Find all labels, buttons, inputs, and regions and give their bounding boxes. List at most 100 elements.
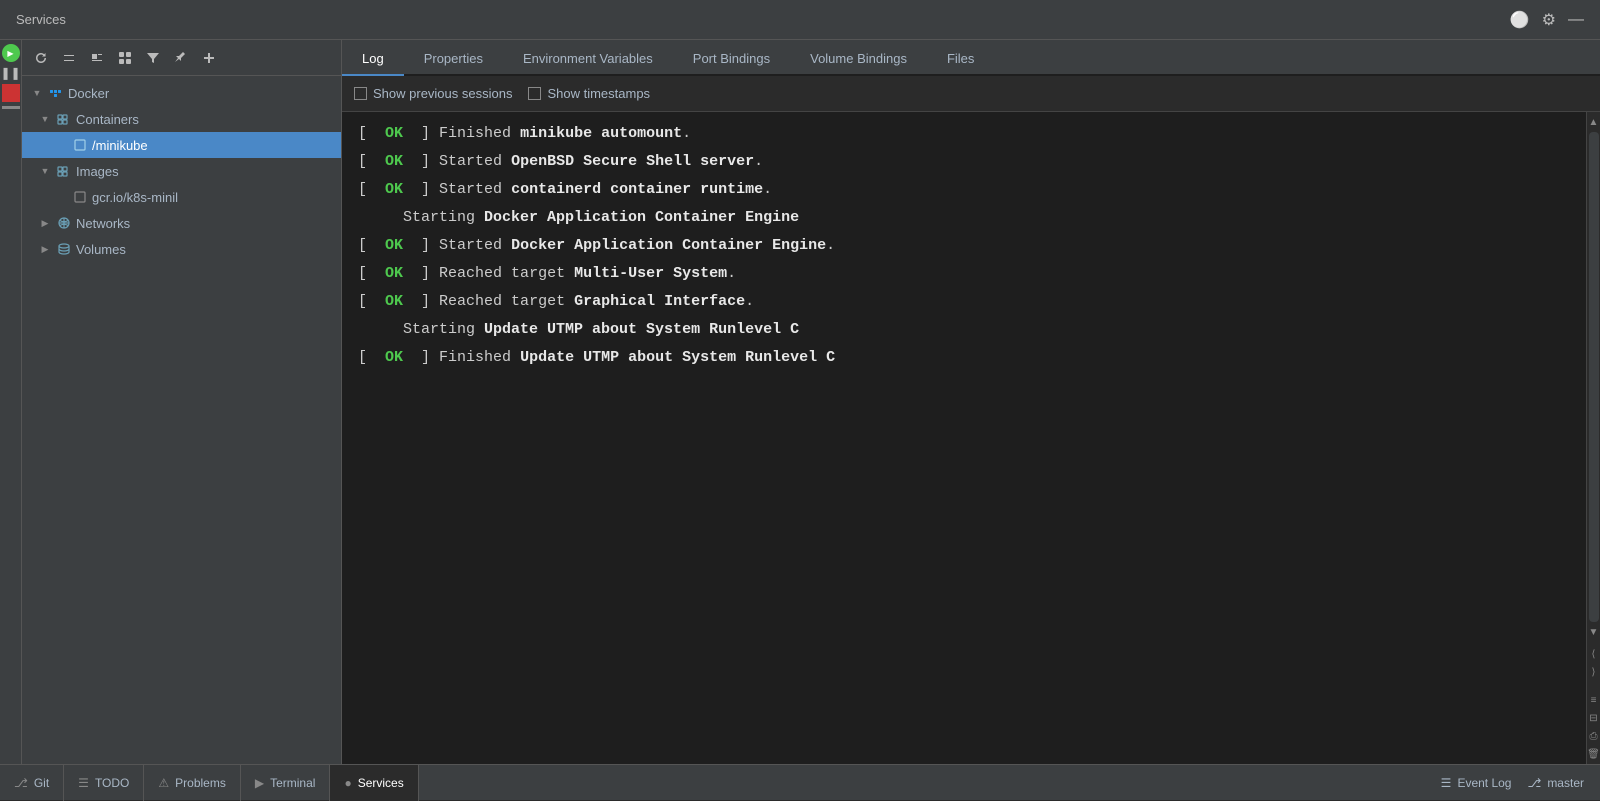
tab-properties[interactable]: Properties	[404, 42, 503, 76]
tab-files[interactable]: Files	[927, 42, 994, 76]
sidebar-tree: ▼ Docker ▼	[22, 76, 341, 764]
layout-button[interactable]	[114, 47, 136, 69]
log-content[interactable]: [ OK ] Finished minikube automount.[ OK …	[342, 112, 1586, 764]
event-log-label: Event Log	[1457, 776, 1511, 790]
right-panel: Log Properties Environment Variables Por…	[342, 40, 1600, 764]
sidebar-toggle-button[interactable]: ≡	[1587, 692, 1600, 708]
image-item-icon	[72, 189, 88, 205]
images-label: Images	[76, 164, 119, 179]
log-line: [ OK ] Started containerd container runt…	[342, 176, 1586, 204]
print-button[interactable]: ⎙	[1587, 728, 1600, 744]
app-title: Services	[16, 12, 66, 27]
left-toolbar: ▶ ❚❚	[0, 40, 22, 764]
show-previous-label: Show previous sessions	[373, 86, 512, 101]
volumes-icon	[56, 241, 72, 257]
terminal-label: Terminal	[270, 776, 315, 790]
docker-icon	[48, 85, 64, 101]
list-icon: ☰	[78, 776, 89, 790]
filter-button[interactable]	[142, 47, 164, 69]
tabs-bar: Log Properties Environment Variables Por…	[342, 40, 1600, 76]
docker-label: Docker	[68, 86, 109, 101]
git-icon: ⎇	[14, 776, 28, 790]
checkbox-box-1	[354, 87, 367, 100]
images-icon	[56, 163, 72, 179]
bottom-tab-git[interactable]: ⎇ Git	[0, 765, 64, 801]
tab-log[interactable]: Log	[342, 42, 404, 76]
problems-label: Problems	[175, 776, 226, 790]
add-button[interactable]	[198, 47, 220, 69]
log-scrollbar: ▲ ▼ ⟨ ⟩ ≡ ⊟ ⎙ 🗑	[1586, 112, 1600, 764]
refresh-button[interactable]	[30, 47, 52, 69]
volumes-label: Volumes	[76, 242, 126, 257]
minimize-icon[interactable]: —	[1568, 11, 1584, 29]
log-panel-wrapper: [ OK ] Finished minikube automount.[ OK …	[342, 112, 1600, 764]
bottom-tab-todo[interactable]: ☰ TODO	[64, 765, 144, 801]
git-branch-button[interactable]: ⎇ master	[1527, 776, 1584, 790]
arrow-containers: ▼	[38, 114, 52, 124]
delete-button[interactable]: 🗑	[1587, 746, 1600, 762]
tab-port-bindings[interactable]: Port Bindings	[673, 42, 790, 76]
tab-volume-bindings[interactable]: Volume Bindings	[790, 42, 927, 76]
scroll-to-top-button[interactable]: ⟨	[1587, 646, 1600, 662]
tree-item-minikube[interactable]: ▶ /minikube	[22, 132, 341, 158]
pin-button[interactable]	[170, 47, 192, 69]
gear-icon[interactable]: ⚙	[1542, 10, 1556, 30]
log-line: [ OK ] Started OpenBSD Secure Shell serv…	[342, 148, 1586, 176]
log-line: [ OK ] Reached target Multi-User System.	[342, 260, 1586, 288]
tree-item-volumes[interactable]: ▶ Volumes	[22, 236, 341, 262]
scroll-to-bottom-button[interactable]: ⟩	[1587, 664, 1600, 680]
bottom-tab-services[interactable]: ● Services	[330, 765, 418, 801]
services-label: Services	[358, 776, 404, 790]
bottom-tab-problems[interactable]: ⚠ Problems	[144, 765, 240, 801]
git-branch-icon: ⎇	[1527, 776, 1541, 790]
stop-button[interactable]	[2, 84, 20, 102]
scroll-track[interactable]	[1589, 132, 1599, 622]
tree-item-containers[interactable]: ▼ Containers	[22, 106, 341, 132]
title-bar-left: Services	[16, 12, 66, 27]
main-area: ▶ ❚❚	[0, 40, 1600, 764]
networks-label: Networks	[76, 216, 130, 231]
git-branch-label: master	[1547, 776, 1584, 790]
globe-icon[interactable]: ⚪	[1510, 10, 1530, 30]
arrow-gcr: ▶	[54, 192, 68, 203]
tree-item-images[interactable]: ▼ Images	[22, 158, 341, 184]
minus-button[interactable]	[2, 106, 20, 109]
log-line: Starting Docker Application Container En…	[342, 204, 1586, 232]
tree-item-gcr-image[interactable]: ▶ gcr.io/k8s-minil	[22, 184, 341, 210]
checkbox-box-2	[528, 87, 541, 100]
tree-item-networks[interactable]: ▶ Networks	[22, 210, 341, 236]
warning-icon: ⚠	[158, 776, 169, 790]
git-label: Git	[34, 776, 49, 790]
pause-button[interactable]: ❚❚	[2, 64, 20, 82]
log-line: [ OK ] Reached target Graphical Interfac…	[342, 288, 1586, 316]
scroll-up-button[interactable]: ▲	[1587, 114, 1600, 130]
show-timestamps-checkbox[interactable]: Show timestamps	[528, 86, 650, 101]
todo-label: TODO	[95, 776, 129, 790]
arrow-volumes: ▶	[38, 244, 52, 255]
arrow-images: ▼	[38, 166, 52, 176]
tree-item-docker[interactable]: ▼ Docker	[22, 80, 341, 106]
show-previous-sessions-checkbox[interactable]: Show previous sessions	[354, 86, 512, 101]
sidebar: ▼ Docker ▼	[22, 40, 342, 764]
event-log-button[interactable]: ☰ Event Log	[1441, 776, 1512, 790]
log-toolbar: Show previous sessions Show timestamps	[342, 76, 1600, 112]
expand-all-button[interactable]	[86, 47, 108, 69]
settings-side-button[interactable]: ⊟	[1587, 710, 1600, 726]
minikube-label: /minikube	[92, 138, 148, 153]
services-icon: ●	[344, 776, 351, 790]
bottom-right: ☰ Event Log ⎇ master	[1441, 776, 1600, 790]
collapse-all-button[interactable]	[58, 47, 80, 69]
arrow-docker: ▼	[30, 88, 44, 98]
containers-label: Containers	[76, 112, 139, 127]
bottom-tab-terminal[interactable]: ▶ Terminal	[241, 765, 331, 801]
title-bar: Services ⚪ ⚙ —	[0, 0, 1600, 40]
scroll-down-button[interactable]: ▼	[1587, 624, 1600, 640]
log-line: [ OK ] Finished Update UTMP about System…	[342, 344, 1586, 372]
container-item-icon	[72, 137, 88, 153]
networks-icon	[56, 215, 72, 231]
run-button[interactable]: ▶	[2, 44, 20, 62]
sidebar-toolbar	[22, 40, 341, 76]
log-line: [ OK ] Finished minikube automount.	[342, 120, 1586, 148]
title-bar-right: ⚪ ⚙ —	[1510, 10, 1584, 30]
tab-env-vars[interactable]: Environment Variables	[503, 42, 673, 76]
